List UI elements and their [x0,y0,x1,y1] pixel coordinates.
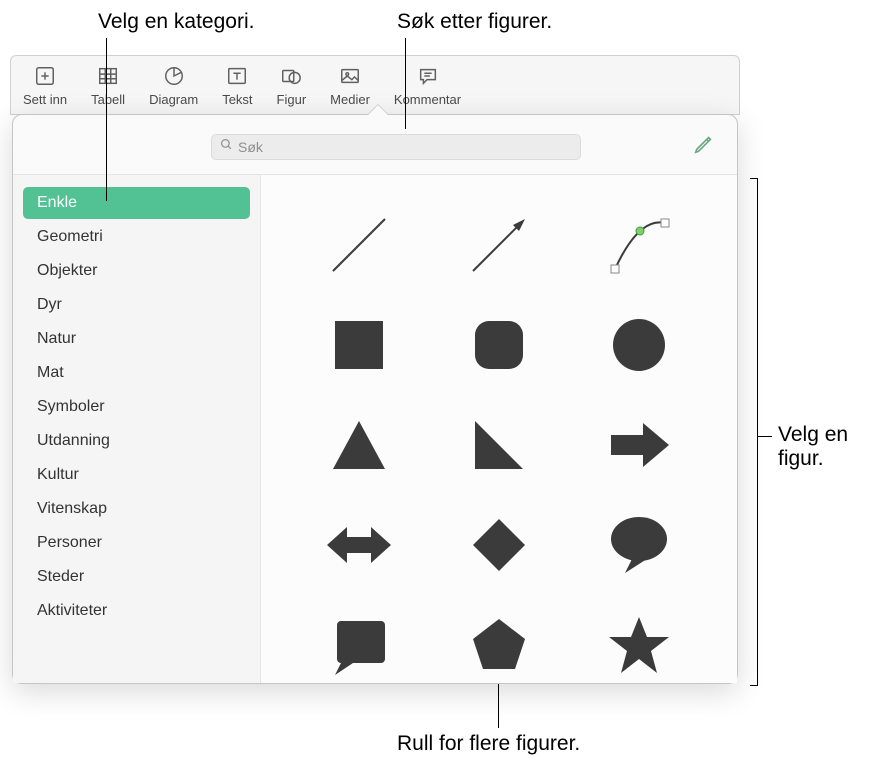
shape-pentagon[interactable] [429,595,569,683]
callout-line [106,38,107,201]
callout-category: Velg en kategori. [98,10,254,34]
sidebar-item-kultur[interactable]: Kultur [23,459,250,491]
shapes-popover: EnkleGeometriObjekterDyrNaturMatSymboler… [12,114,738,684]
toolbar-media[interactable]: Medier [318,63,382,107]
media-icon [339,63,361,89]
sidebar-item-steder[interactable]: Steder [23,561,250,593]
callout-scroll: Rull for flere figurer. [397,732,580,756]
shape-callout-square[interactable] [289,595,429,683]
shape-line[interactable] [289,195,429,295]
shape-rounded-square[interactable] [429,295,569,395]
sidebar-item-enkle[interactable]: Enkle [23,187,250,219]
shape-arrow-right[interactable] [569,395,709,495]
sidebar-item-vitenskap[interactable]: Vitenskap [23,493,250,525]
shape-star[interactable] [569,595,709,683]
sidebar-item-geometri[interactable]: Geometri [23,221,250,253]
comment-icon [417,63,439,89]
toolbar-label: Tabell [91,92,125,107]
sidebar-item-aktiviteter[interactable]: Aktiviteter [23,595,250,627]
chart-icon [163,63,185,89]
callout-line [758,436,772,437]
callout-select-shape: Velg en figur. [778,423,868,471]
shape-speech-bubble[interactable] [569,495,709,595]
text-icon [226,63,248,89]
toolbar-table[interactable]: Tabell [79,63,137,107]
popover-header [13,115,737,174]
shape-circle[interactable] [569,295,709,395]
shape-square[interactable] [289,295,429,395]
toolbar-label: Diagram [149,92,198,107]
toolbar-chart[interactable]: Diagram [137,63,210,107]
callout-line [405,38,406,129]
shape-diamond[interactable] [429,495,569,595]
toolbar-shape[interactable]: Figur [265,63,319,107]
callout-line [498,684,499,728]
search-input[interactable] [238,139,572,155]
sidebar-item-symboler[interactable]: Symboler [23,391,250,423]
sidebar-item-objekter[interactable]: Objekter [23,255,250,287]
callout-search: Søk etter figurer. [397,10,552,34]
toolbar-insert[interactable]: Sett inn [11,63,79,107]
shape-arrow-bidirectional[interactable] [289,495,429,595]
sidebar-item-mat[interactable]: Mat [23,357,250,389]
insert-icon [34,63,56,89]
sidebar-item-personer[interactable]: Personer [23,527,250,559]
sidebar-item-utdanning[interactable]: Utdanning [23,425,250,457]
toolbar-label: Sett inn [23,92,67,107]
sidebar-item-dyr[interactable]: Dyr [23,289,250,321]
toolbar-comment[interactable]: Kommentar [382,63,473,107]
table-icon [97,63,119,89]
shapes-grid[interactable] [261,175,737,683]
shape-arrow-line[interactable] [429,195,569,295]
popover-body: EnkleGeometriObjekterDyrNaturMatSymboler… [13,174,737,683]
shape-right-triangle[interactable] [429,395,569,495]
toolbar-label: Figur [277,92,307,107]
shape-curve-editable[interactable] [569,195,709,295]
shape-icon [280,63,302,89]
search-icon [220,138,233,156]
shape-triangle[interactable] [289,395,429,495]
toolbar-label: Tekst [222,92,252,107]
sidebar-item-natur[interactable]: Natur [23,323,250,355]
toolbar-label: Kommentar [394,92,461,107]
bracket [750,178,758,686]
toolbar-text[interactable]: Tekst [210,63,264,107]
draw-pen-button[interactable] [689,129,719,164]
category-sidebar: EnkleGeometriObjekterDyrNaturMatSymboler… [13,175,261,683]
toolbar-label: Medier [330,92,370,107]
search-field-wrap[interactable] [211,134,581,160]
